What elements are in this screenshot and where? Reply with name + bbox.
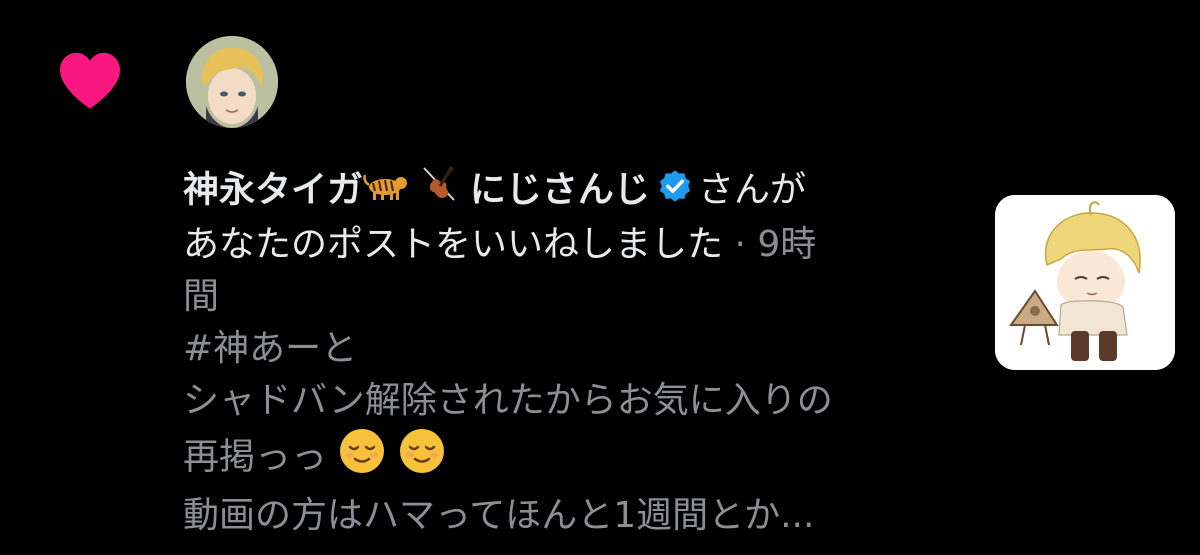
heart-icon [60, 52, 120, 109]
post-line-3: 再掲っっ [183, 427, 963, 490]
post-line-3-text: 再掲っっ [183, 436, 328, 478]
violin-emoji [420, 164, 458, 219]
post-line-2: シャドバン解除されたからお気に入りの [183, 380, 833, 421]
action-text: あなたのポストをいいねしました [183, 224, 724, 265]
verified-badge-icon [656, 168, 694, 206]
relieved-face-emoji [338, 427, 386, 490]
time-ago: 9時 [757, 224, 817, 265]
notification-text[interactable]: 神永タイガ にじさんじ さんが あなたのポストをいいねしました · 9時 間 #… [183, 164, 963, 542]
avatar-image [186, 36, 278, 128]
avatar[interactable] [186, 36, 278, 128]
tiger-emoji [363, 166, 409, 218]
notification-line-1: 神永タイガ にじさんじ さんが [183, 164, 963, 219]
relieved-face-emoji [398, 427, 446, 490]
post-line-4: 動画の方はハマってほんと1週間とか... [183, 495, 815, 536]
user-name-suffix[interactable]: にじさんじ [470, 170, 650, 211]
time-separator: · [734, 224, 746, 265]
notification-line-2: あなたのポストをいいねしました · 9時 [183, 219, 963, 271]
post-thumbnail[interactable] [995, 195, 1175, 370]
action-suffix: さんが [697, 169, 806, 211]
time-ago-cont: 間 [183, 276, 220, 317]
user-name[interactable]: 神永タイガ [183, 170, 363, 211]
post-line-1: #神あーと [183, 328, 358, 369]
post-thumbnail-image [995, 195, 1175, 370]
